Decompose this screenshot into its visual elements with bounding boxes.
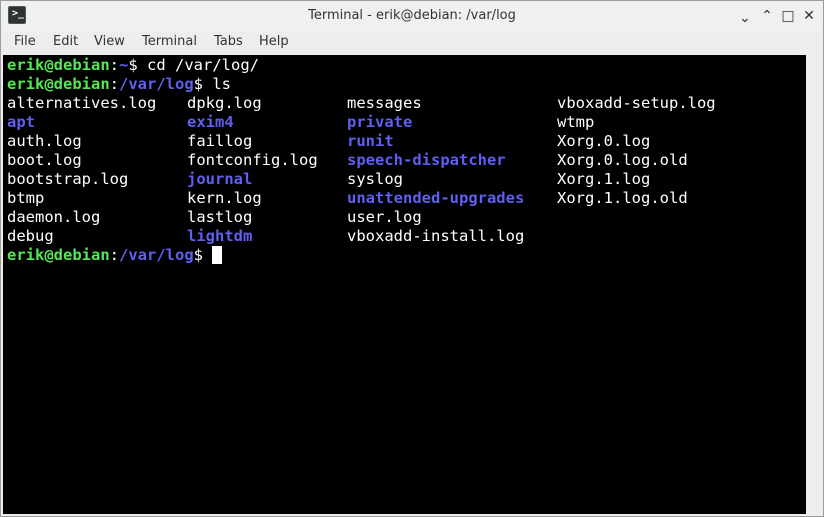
current-prompt[interactable]: erik@debian:/var/log$ (7, 246, 223, 265)
ls-file-entry: faillog (187, 132, 253, 150)
ls-file-entry: user.log (347, 208, 422, 226)
menu-file[interactable]: File (14, 34, 36, 49)
menu-bar: File Edit View Terminal Tabs Help (1, 32, 823, 54)
command-line-1: erik@debian:~$ cd /var/log/ (7, 56, 260, 74)
terminal-window: >_ Terminal - erik@debian: /var/log ⌃ ⌃ … (0, 0, 824, 517)
minimize-button[interactable]: ⌃ (737, 8, 753, 24)
close-icon: ✕ (803, 8, 815, 24)
ls-directory-entry: speech-dispatcher (347, 151, 506, 169)
ls-file-entry: messages (347, 94, 422, 112)
ls-file-entry: Xorg.1.log (557, 170, 651, 188)
restore-icon: ⌃ (761, 8, 773, 24)
ls-directory-entry: apt (7, 113, 35, 131)
title-bar[interactable]: >_ Terminal - erik@debian: /var/log ⌃ ⌃ … (1, 1, 823, 31)
ls-directory-entry: journal (187, 170, 253, 188)
ls-file-entry: dpkg.log (187, 94, 262, 112)
window-title: Terminal - erik@debian: /var/log (308, 8, 516, 23)
ls-file-entry: vboxadd-install.log (347, 227, 525, 245)
ls-file-entry: debug (7, 227, 54, 245)
maximize-button[interactable]: □ (780, 8, 796, 24)
menu-terminal[interactable]: Terminal (142, 34, 197, 49)
terminal-output[interactable]: erik@debian:~$ cd /var/log/ erik@debian:… (3, 55, 806, 514)
menu-view[interactable]: View (94, 34, 125, 49)
ls-file-entry: lastlog (187, 208, 253, 226)
ls-file-entry: Xorg.0.log.old (557, 151, 688, 169)
ls-directory-entry: unattended-upgrades (347, 189, 525, 207)
ls-directory-entry: private (347, 113, 413, 131)
menu-tabs[interactable]: Tabs (214, 34, 243, 49)
menu-edit[interactable]: Edit (53, 34, 78, 49)
ls-file-entry: kern.log (187, 189, 262, 207)
ls-file-entry: btmp (7, 189, 45, 207)
ls-file-entry: Xorg.0.log (557, 132, 651, 150)
close-button[interactable]: ✕ (801, 8, 817, 24)
ls-file-entry: syslog (347, 170, 403, 188)
ls-directory-entry: exim4 (187, 113, 234, 131)
ls-directory-entry: runit (347, 132, 394, 150)
ls-file-entry: boot.log (7, 151, 82, 169)
ls-file-entry: wtmp (557, 113, 595, 131)
ls-file-entry: fontconfig.log (187, 151, 318, 169)
ls-file-entry: auth.log (7, 132, 82, 150)
ls-file-entry: Xorg.1.log.old (557, 189, 688, 207)
restore-button[interactable]: ⌃ (759, 8, 775, 24)
ls-directory-entry: lightdm (187, 227, 253, 245)
minimize-icon: ⌃ (739, 8, 751, 24)
ls-file-entry: daemon.log (7, 208, 101, 226)
vertical-scrollbar[interactable] (807, 55, 823, 514)
maximize-icon: □ (781, 8, 795, 24)
ls-file-entry: alternatives.log (7, 94, 157, 112)
text-cursor (212, 246, 223, 264)
ls-file-entry: bootstrap.log (7, 170, 129, 188)
ls-file-entry: vboxadd-setup.log (557, 94, 716, 112)
menu-help[interactable]: Help (259, 34, 289, 49)
command-line-2: erik@debian:/var/log$ ls (7, 75, 231, 93)
